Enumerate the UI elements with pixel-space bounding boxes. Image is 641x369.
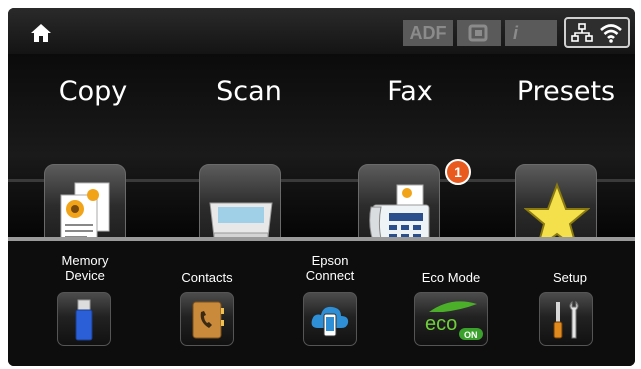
adf-icon: ADF [403,20,453,46]
scan-label: Scan [216,76,282,107]
usb-drive-icon [75,299,93,341]
status-icons: ADF i [403,20,557,46]
contacts-label: Contacts [181,270,233,285]
contacts-book-icon [192,301,224,339]
home-icon[interactable] [30,23,52,43]
bottom-menu: Memory Device Contacts Epson Connect Eco… [8,241,635,366]
setup-label: Setup [553,270,587,285]
epson-connect-label-line2: Connect [305,268,355,283]
info-icon: i [505,20,557,46]
eco-icon: eco ON [425,301,483,340]
eco-text: eco [425,313,457,335]
printer-screen: ADF i Copy Scan Fax 1 Presets Memory Dev… [0,0,641,369]
contacts-button[interactable] [180,292,234,346]
memory-device-label: Memory Device [30,253,140,283]
eco-mode-label: Eco Mode [421,270,481,285]
status-bar: ADF i [8,8,635,54]
copy-label: Copy [58,76,128,107]
info-label: i [513,22,519,43]
memory-card-icon [457,20,501,46]
network-icon [571,22,593,42]
epson-connect-label-line1: Epson [311,253,349,268]
eco-state: ON [464,330,478,340]
main-menu: Copy Scan Fax 1 Presets [8,54,635,268]
epson-connect-label: Epson Connect [275,253,385,283]
wifi-icon [600,23,622,43]
presets-label: Presets [516,76,616,107]
tools-icon [553,300,579,339]
memory-device-label-line1: Memory [61,253,109,268]
memory-device-button[interactable] [57,292,111,346]
memory-device-label-line2: Device [65,268,105,283]
epson-connect-button[interactable] [303,292,357,346]
cloud-phone-icon [311,306,349,337]
control-panel: ADF i Copy Scan Fax 1 Presets Memory Dev… [8,8,635,366]
eco-mode-button[interactable]: eco ON [414,292,488,346]
fax-label: Fax [387,76,433,107]
adf-label: ADF [409,22,447,43]
setup-button[interactable] [539,292,593,346]
fax-notification-badge: 1 [445,159,471,185]
network-status[interactable] [564,17,630,48]
